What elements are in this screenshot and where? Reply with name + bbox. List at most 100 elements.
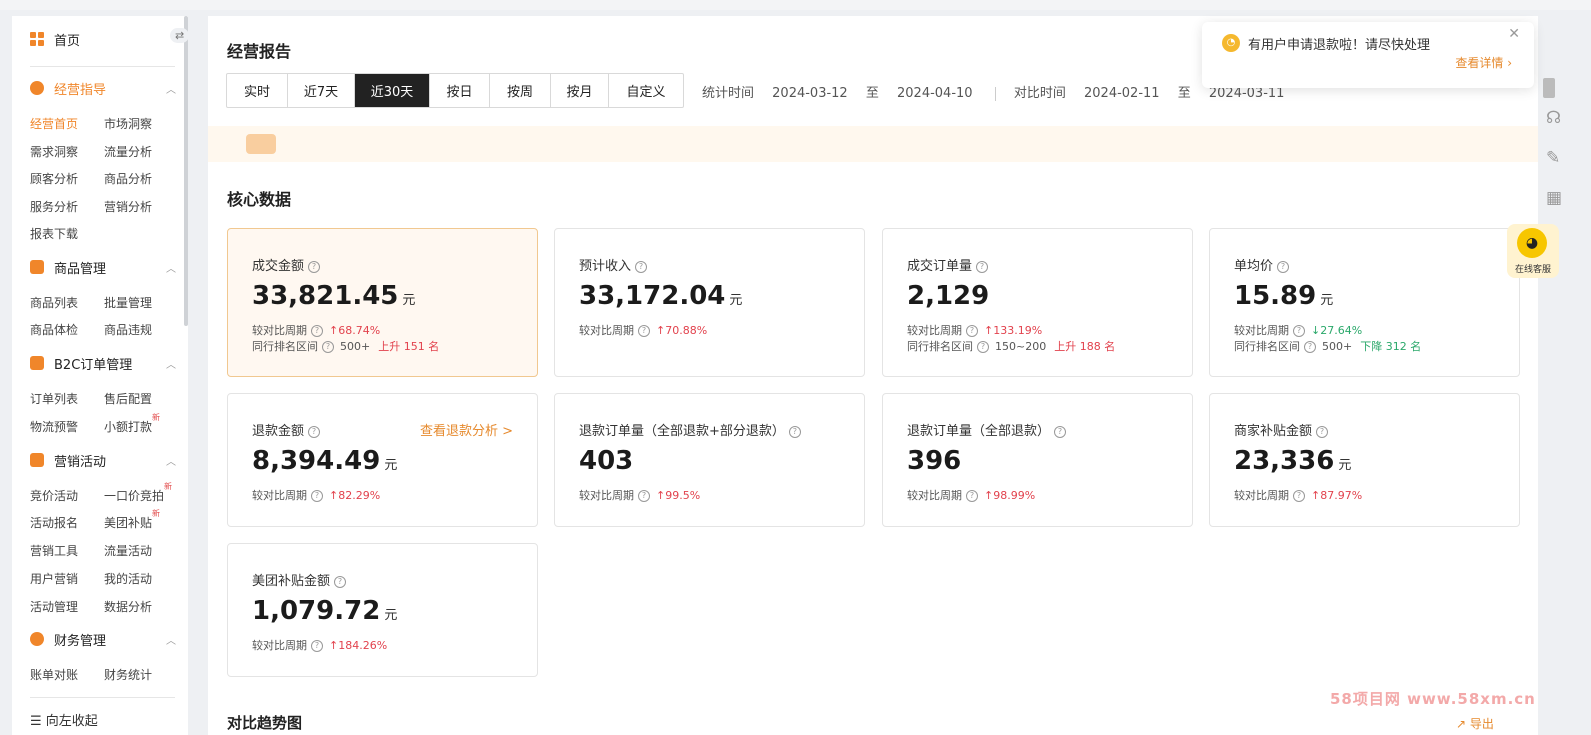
- help-icon[interactable]: ?: [308, 260, 321, 273]
- help-icon[interactable]: ?: [1054, 425, 1067, 438]
- help-icon[interactable]: ?: [1316, 425, 1329, 438]
- sidebar-section-finance[interactable]: 财务管理 ︿: [30, 628, 176, 650]
- qrcode-icon[interactable]: ▦: [1546, 188, 1562, 208]
- sidebar-item-bidding[interactable]: 竞价活动: [30, 487, 78, 504]
- sidebar-item-my-activities[interactable]: 我的活动: [104, 570, 152, 587]
- help-icon[interactable]: ?: [1293, 325, 1305, 337]
- section-title: 营销活动: [54, 454, 107, 470]
- metric-value: 23,336 元: [1234, 446, 1351, 476]
- sidebar-item-finance-stats[interactable]: 财务统计: [104, 666, 152, 683]
- help-icon[interactable]: ?: [638, 325, 650, 337]
- sidebar-item-marketing-analysis[interactable]: 营销分析: [104, 198, 152, 215]
- metric-card[interactable]: 美团补贴金额? 1,079.72 元较对比周期? ↑184.26%: [227, 543, 538, 677]
- help-icon[interactable]: ?: [638, 490, 650, 502]
- switch-icon[interactable]: ⇄: [170, 28, 188, 43]
- help-icon[interactable]: ?: [635, 260, 648, 273]
- sidebar-item-traffic-analysis[interactable]: 流量分析: [104, 143, 152, 160]
- sidebar-item-business-home[interactable]: 经营首页: [30, 115, 78, 132]
- sidebar-item-traffic-activity[interactable]: 流量活动: [104, 542, 152, 559]
- refund-notification: ◔ 有用户申请退款啦！请尽快处理 查看详情 › ✕: [1202, 22, 1534, 88]
- sidebar-item-home[interactable]: 首页 ⇄: [30, 28, 188, 50]
- promo-banner[interactable]: [208, 126, 1538, 162]
- sidebar-item-marketing-tools[interactable]: 营销工具: [30, 542, 78, 559]
- sidebar-item-product-analysis[interactable]: 商品分析: [104, 170, 152, 187]
- pencil-icon[interactable]: ✎: [1546, 148, 1560, 168]
- sidebar-item-meituan-subsidy[interactable]: 美团补贴: [104, 514, 152, 531]
- sidebar-section-product-management[interactable]: 商品管理 ︿: [30, 256, 176, 278]
- sidebar-item-logistics-warning[interactable]: 物流预警: [30, 418, 78, 435]
- tab-30days[interactable]: 近30天: [355, 74, 430, 107]
- metric-card[interactable]: 预计收入? 33,172.04 元较对比周期? ↑70.88%: [554, 228, 865, 377]
- sidebar-item-activity-management[interactable]: 活动管理: [30, 598, 78, 615]
- help-icon[interactable]: ?: [311, 325, 323, 337]
- change-indicator: ↑98.99%: [984, 489, 1035, 502]
- collapse-sidebar-button[interactable]: ☰ 向左收起: [30, 710, 98, 729]
- help-icon[interactable]: ?: [308, 425, 321, 438]
- metric-name-text: 退款订单量（全部退款+部分退款）: [579, 424, 785, 439]
- help-icon[interactable]: ?: [334, 575, 347, 588]
- sidebar-section-marketing[interactable]: 营销活动 ︿: [30, 449, 176, 471]
- sidebar-item-batch-manage[interactable]: 批量管理: [104, 294, 152, 311]
- metric-card[interactable]: 退款金额? 查看退款分析 > 8,394.49 元较对比周期? ↑82.29%: [227, 393, 538, 527]
- help-icon[interactable]: ?: [976, 260, 989, 273]
- sidebar-item-data-analysis[interactable]: 数据分析: [104, 598, 152, 615]
- help-icon[interactable]: ?: [1304, 341, 1316, 353]
- sidebar-item-report-download[interactable]: 报表下载: [30, 225, 78, 242]
- help-icon[interactable]: ?: [966, 325, 978, 337]
- online-service-button[interactable]: ◕ 在线客服: [1507, 224, 1559, 278]
- tab-by-month[interactable]: 按月: [551, 74, 609, 107]
- help-icon[interactable]: ?: [977, 341, 989, 353]
- headset-icon[interactable]: ☊: [1546, 108, 1561, 128]
- metric-name-text: 成交金额: [252, 259, 305, 274]
- help-icon[interactable]: ?: [1277, 260, 1290, 273]
- metric-card[interactable]: 商家补贴金额? 23,336 元较对比周期? ↑87.97%: [1209, 393, 1520, 527]
- chevron-up-icon: ︿: [166, 263, 176, 275]
- sidebar-item-product-list[interactable]: 商品列表: [30, 294, 78, 311]
- page-scrollbar[interactable]: [1543, 78, 1555, 98]
- tab-7days[interactable]: 近7天: [288, 74, 355, 107]
- metric-card[interactable]: 单均价? 15.89 元较对比周期? ↓27.64% 同行排名区间? 500+ 下降 312…: [1209, 228, 1520, 377]
- sidebar-item-after-sale-config[interactable]: 售后配置: [104, 390, 152, 407]
- help-icon[interactable]: ?: [311, 640, 323, 652]
- sidebar-scrollbar[interactable]: [184, 16, 188, 326]
- tab-custom[interactable]: 自定义: [609, 74, 683, 107]
- tab-by-day[interactable]: 按日: [430, 74, 490, 107]
- sidebar-item-small-payment[interactable]: 小额打款: [104, 418, 152, 435]
- export-button[interactable]: ↗ 导出: [1456, 715, 1494, 732]
- help-icon[interactable]: ?: [322, 341, 334, 353]
- metric-card[interactable]: 成交金额? 33,821.45 元较对比周期? ↑68.74% 同行排名区间? 500+ 上…: [227, 228, 538, 377]
- sidebar-item-fixed-price-bid[interactable]: 一口价竞拍: [104, 487, 164, 504]
- sidebar-section-b2c-orders[interactable]: B2C订单管理 ︿: [30, 352, 176, 374]
- view-refund-analysis-link[interactable]: 查看退款分析 >: [420, 420, 513, 439]
- compare-label: 较对比周期: [907, 324, 962, 337]
- gift-icon: [30, 453, 44, 467]
- metric-card[interactable]: 成交订单量? 2,129 较对比周期? ↑133.19% 同行排名区间? 150~200 上…: [882, 228, 1193, 377]
- help-icon[interactable]: ?: [1293, 490, 1305, 502]
- sidebar-item-service-analysis[interactable]: 服务分析: [30, 198, 78, 215]
- view-details-link[interactable]: 查看详情 ›: [1455, 54, 1512, 71]
- compare-label: 较对比周期: [1234, 489, 1289, 502]
- arrow-up-icon: ↑: [329, 489, 339, 502]
- sidebar-item-product-check[interactable]: 商品体检: [30, 321, 78, 338]
- sidebar-item-user-marketing[interactable]: 用户营销: [30, 570, 78, 587]
- metric-card[interactable]: 退款订单量（全部退款+部分退款）? 403 较对比周期? ↑99.5%: [554, 393, 865, 527]
- tab-realtime[interactable]: 实时: [227, 74, 288, 107]
- compare-label: 较对比周期: [579, 489, 634, 502]
- sidebar-item-bill-reconcile[interactable]: 账单对账: [30, 666, 78, 683]
- rank-label: 同行排名区间: [1234, 340, 1300, 353]
- compare-label: 较对比周期: [252, 489, 307, 502]
- close-icon[interactable]: ✕: [1508, 26, 1520, 42]
- help-icon[interactable]: ?: [311, 490, 323, 502]
- sidebar-item-customer-analysis[interactable]: 顾客分析: [30, 170, 78, 187]
- sidebar-section-business-guide[interactable]: 经营指导 ︿: [30, 77, 176, 99]
- sidebar-item-demand-insight[interactable]: 需求洞察: [30, 143, 78, 160]
- sidebar-item-market-insight[interactable]: 市场洞察: [104, 115, 152, 132]
- sidebar-item-order-list[interactable]: 订单列表: [30, 390, 78, 407]
- help-icon[interactable]: ?: [788, 425, 801, 438]
- tab-by-week[interactable]: 按周: [490, 74, 551, 107]
- metric-card[interactable]: 退款订单量（全部退款）? 396 较对比周期? ↑98.99%: [882, 393, 1193, 527]
- compare-row: 较对比周期? ↑184.26%: [252, 637, 387, 653]
- sidebar-item-product-violation[interactable]: 商品违规: [104, 321, 152, 338]
- sidebar-item-activity-signup[interactable]: 活动报名: [30, 514, 78, 531]
- help-icon[interactable]: ?: [966, 490, 978, 502]
